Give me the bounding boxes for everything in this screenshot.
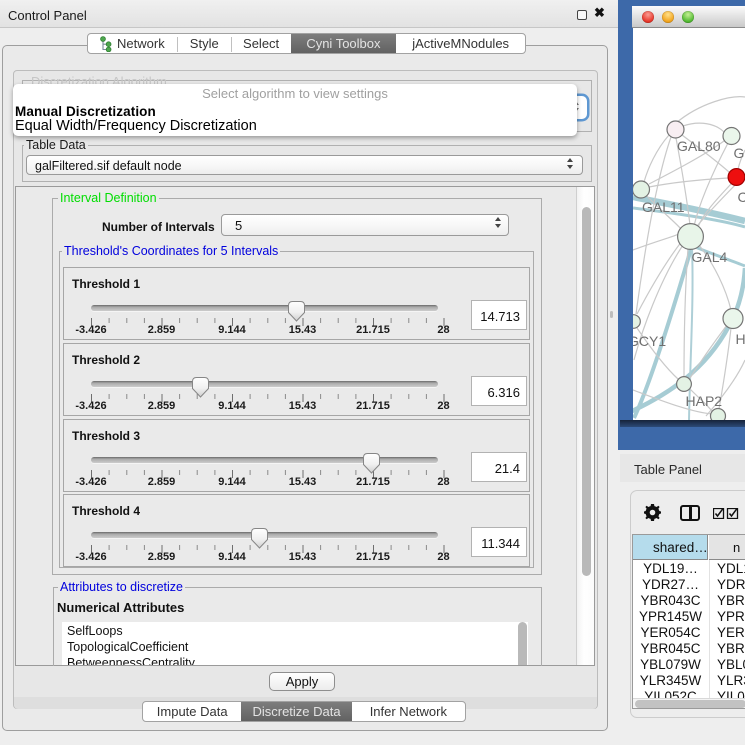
svg-text:GAL11: GAL11 <box>642 199 685 215</box>
svg-text:H: H <box>736 331 745 347</box>
svg-text:GAL4: GAL4 <box>692 249 728 265</box>
svg-text:G.: G. <box>734 145 745 161</box>
svg-text:GCY1: GCY1 <box>633 333 666 349</box>
svg-text:GAL80: GAL80 <box>677 138 721 154</box>
svg-text:HAP2: HAP2 <box>686 393 723 409</box>
svg-text:C: C <box>738 189 745 205</box>
